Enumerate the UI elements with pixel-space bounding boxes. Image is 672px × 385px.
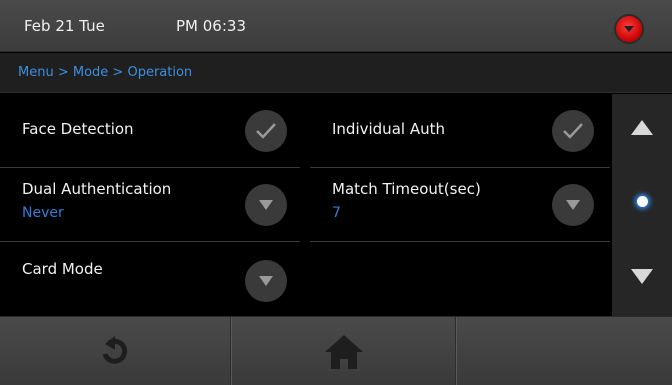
chevron-down-icon[interactable] [245, 184, 287, 226]
chevron-down-icon [624, 26, 634, 32]
check-icon[interactable] [245, 110, 287, 152]
scroll-up-icon[interactable] [631, 120, 653, 135]
setting-label: Face Detection [22, 120, 134, 138]
breadcrumb: Menu > Mode > Operation [0, 53, 672, 93]
check-icon[interactable] [552, 110, 594, 152]
chevron-down-icon[interactable] [552, 184, 594, 226]
breadcrumb-menu[interactable]: Menu [18, 65, 54, 80]
breadcrumb-operation: Operation [127, 65, 193, 80]
setting-face-detection[interactable]: Face Detection [0, 94, 300, 168]
bottom-nav [0, 316, 672, 385]
empty-nav-slot [458, 317, 672, 385]
breadcrumb-mode[interactable]: Mode [73, 65, 108, 80]
date-text: Feb 21 Tue [24, 17, 105, 35]
setting-dual-authentication[interactable]: Dual Authentication Never [0, 168, 300, 242]
home-button[interactable] [233, 317, 455, 385]
dropdown-menu-button[interactable] [616, 16, 642, 42]
back-button[interactable] [0, 317, 230, 385]
divider [455, 317, 457, 385]
breadcrumb-separator: > [108, 65, 128, 80]
setting-value: Never [22, 205, 64, 221]
setting-match-timeout[interactable]: Match Timeout(sec) 7 [310, 168, 610, 242]
refresh-icon [102, 335, 128, 364]
setting-label: Match Timeout(sec) [332, 180, 481, 198]
setting-label: Card Mode [22, 260, 103, 278]
home-icon [325, 334, 363, 369]
breadcrumb-separator: > [53, 65, 73, 80]
divider [230, 317, 232, 385]
status-bar: Feb 21 Tue PM 06:33 [0, 0, 672, 52]
scroll-sidebar [612, 94, 672, 316]
scroll-down-icon[interactable] [631, 269, 653, 284]
setting-individual-auth[interactable]: Individual Auth [310, 94, 610, 168]
settings-panel: Face Detection Individual Auth Dual Auth… [0, 94, 612, 316]
setting-label: Dual Authentication [22, 180, 172, 198]
chevron-down-icon[interactable] [245, 260, 287, 302]
setting-label: Individual Auth [332, 120, 445, 138]
dot-icon [637, 196, 648, 207]
setting-value: 7 [332, 205, 341, 221]
setting-card-mode[interactable]: Card Mode [0, 242, 300, 316]
time-text: PM 06:33 [176, 17, 246, 35]
